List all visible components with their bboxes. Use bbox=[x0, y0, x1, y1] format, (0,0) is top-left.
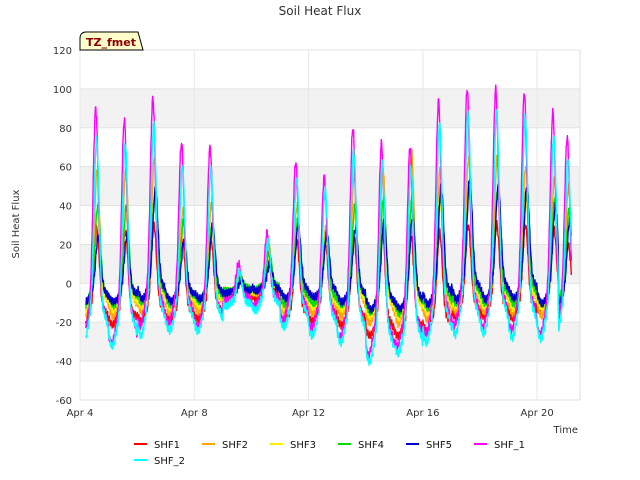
legend-label: SHF_2 bbox=[154, 456, 185, 467]
x-tick-label: Apr 16 bbox=[406, 408, 439, 419]
plot-band bbox=[80, 361, 580, 400]
y-tick-label: 100 bbox=[53, 85, 72, 96]
legend-label: SHF_1 bbox=[494, 440, 525, 451]
y-tick-label: -60 bbox=[56, 396, 72, 407]
chart-title: Soil Heat Flux bbox=[279, 4, 362, 18]
y-axis-title: Soil Heat Flux bbox=[11, 189, 22, 258]
legend-label: SHF1 bbox=[154, 440, 180, 451]
badge-label: TZ_fmet bbox=[86, 36, 136, 49]
y-tick-label: 60 bbox=[59, 163, 72, 174]
legend-label: SHF4 bbox=[358, 440, 384, 451]
y-tick-label: 20 bbox=[59, 240, 72, 251]
y-tick-label: 0 bbox=[66, 279, 72, 290]
station-badge: TZ_fmet bbox=[79, 31, 144, 51]
y-tick-label: -40 bbox=[56, 357, 72, 368]
y-tick-label: 120 bbox=[53, 46, 72, 57]
legend-label: SHF5 bbox=[426, 440, 452, 451]
legend: SHF1 SHF2 SHF3 SHF4 SHF5 SHF_1 SHF_2 bbox=[134, 440, 525, 467]
plot-band bbox=[80, 88, 580, 128]
plot-band bbox=[80, 50, 580, 89]
plot-band bbox=[80, 322, 580, 362]
x-axis-title: Time bbox=[553, 425, 578, 436]
legend-label: SHF3 bbox=[290, 440, 316, 451]
plot-band bbox=[80, 205, 580, 245]
x-tick-label: Apr 12 bbox=[292, 408, 325, 419]
y-tick-label: 80 bbox=[59, 124, 72, 135]
plot-background bbox=[79, 49, 581, 401]
x-tick-label: Apr 20 bbox=[521, 408, 554, 419]
y-tick-label: 40 bbox=[59, 202, 72, 213]
soil-heat-flux-chart: -60 -40 -20 0 20 40 60 80 100 120 Apr 4 Apr 8 Apr 12… bbox=[11, 4, 581, 467]
y-tick-label: -20 bbox=[56, 318, 72, 329]
legend-label: SHF2 bbox=[222, 440, 248, 451]
x-tick-label: Apr 4 bbox=[67, 408, 94, 419]
x-tick-label: Apr 8 bbox=[181, 408, 208, 419]
